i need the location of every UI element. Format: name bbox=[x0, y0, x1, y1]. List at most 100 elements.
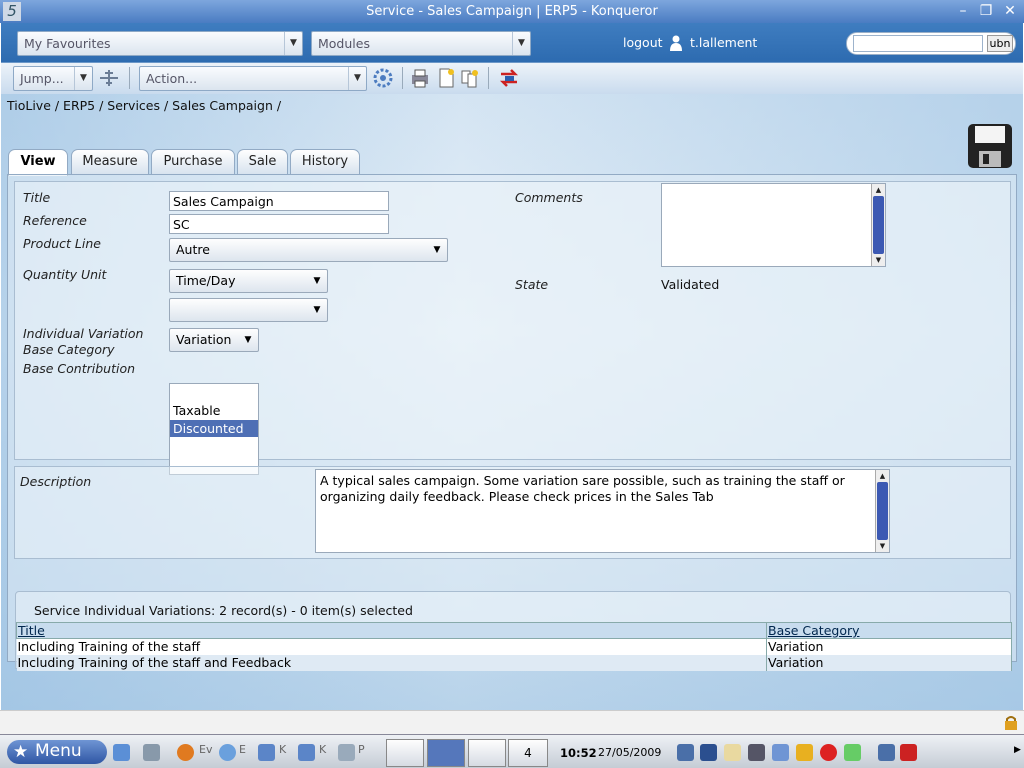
modules-label: Modules bbox=[318, 36, 370, 51]
clone-document-icon[interactable] bbox=[459, 67, 481, 89]
save-icon[interactable] bbox=[967, 123, 1013, 169]
description-scrollbar[interactable]: ▲ ▼ bbox=[875, 470, 889, 552]
description-textarea[interactable]: A typical sales campaign. Some variation… bbox=[315, 469, 890, 553]
volume-icon[interactable] bbox=[677, 744, 694, 761]
menu-button[interactable]: ★ Menu bbox=[7, 740, 107, 764]
clock[interactable]: 10:52 bbox=[560, 746, 597, 760]
top-bar: My Favourites ▼ Modules ▼ logout t.lalle… bbox=[1, 23, 1023, 63]
maximize-icon[interactable]: ❐ bbox=[976, 1, 996, 21]
column-header-title[interactable]: Title bbox=[16, 622, 767, 639]
gear-icon[interactable] bbox=[372, 67, 394, 89]
star-tray-icon[interactable] bbox=[796, 744, 813, 761]
star-icon: ★ bbox=[13, 742, 29, 762]
task-label[interactable]: E bbox=[239, 743, 246, 761]
quantity-unit-select-2[interactable]: ▼ bbox=[169, 298, 328, 322]
alert-icon[interactable] bbox=[820, 744, 837, 761]
tab-sale[interactable]: Sale bbox=[237, 149, 288, 175]
quantity-unit-select[interactable]: Time/Day ▼ bbox=[169, 269, 328, 293]
jump-label: Jump... bbox=[20, 71, 64, 86]
task-label[interactable]: K bbox=[279, 743, 286, 761]
scroll-down-icon[interactable]: ▼ bbox=[876, 540, 889, 552]
description-value: A typical sales campaign. Some variation… bbox=[320, 473, 845, 504]
desktop-pager[interactable]: 4 bbox=[508, 739, 548, 767]
cell-base-category: Variation bbox=[766, 638, 1012, 655]
username-link[interactable]: t.lallement bbox=[690, 35, 757, 50]
print-icon[interactable] bbox=[409, 67, 431, 89]
clipboard-icon[interactable] bbox=[724, 744, 741, 761]
terminal-icon[interactable] bbox=[143, 744, 160, 761]
task-label[interactable]: Ev bbox=[199, 743, 212, 761]
cell-title[interactable]: Including Training of the staff bbox=[16, 638, 767, 655]
action-label: Action... bbox=[146, 71, 198, 86]
favourites-select[interactable]: My Favourites ▼ bbox=[17, 31, 303, 56]
listbox-option-taxable[interactable]: Taxable bbox=[170, 402, 258, 419]
scroll-up-icon[interactable]: ▲ bbox=[876, 470, 889, 482]
launcher-icon[interactable] bbox=[113, 744, 130, 761]
new-document-icon[interactable] bbox=[435, 67, 457, 89]
tab-view[interactable]: View bbox=[8, 149, 68, 176]
product-line-label: Product Line bbox=[23, 236, 101, 251]
breadcrumb[interactable]: TioLive / ERP5 / Services / Sales Campai… bbox=[7, 98, 281, 113]
comments-textarea[interactable]: ▲ ▼ bbox=[661, 183, 886, 267]
scroll-up-icon[interactable]: ▲ bbox=[872, 184, 885, 196]
folder-icon[interactable] bbox=[258, 744, 275, 761]
search-button[interactable]: ubn bbox=[987, 35, 1013, 52]
jump-select[interactable]: Jump... ▼ bbox=[13, 66, 93, 91]
product-line-select[interactable]: Autre ▼ bbox=[169, 238, 448, 262]
jump-plane-icon[interactable] bbox=[98, 67, 120, 89]
tab-history[interactable]: History bbox=[290, 149, 360, 175]
browser-icon[interactable] bbox=[219, 744, 236, 761]
tab-measure[interactable]: Measure bbox=[71, 149, 149, 175]
chat-icon[interactable] bbox=[338, 744, 355, 761]
task-window[interactable] bbox=[468, 739, 506, 767]
table-row[interactable]: Including Training of the staff and Feed… bbox=[16, 654, 1012, 671]
cell-base-category: Variation bbox=[766, 654, 1012, 671]
user-tray-icon[interactable] bbox=[748, 744, 765, 761]
tab-purchase[interactable]: Purchase bbox=[151, 149, 235, 175]
cell-title[interactable]: Including Training of the staff and Feed… bbox=[16, 654, 767, 671]
search-input[interactable] bbox=[853, 35, 983, 52]
table-row[interactable]: Including Training of the staff Variatio… bbox=[16, 638, 1012, 655]
firefox-icon[interactable] bbox=[177, 744, 194, 761]
chevron-right-icon[interactable]: ▶ bbox=[1014, 745, 1021, 755]
state-value: Validated bbox=[661, 277, 720, 292]
listbox-option-discounted[interactable]: Discounted bbox=[170, 420, 258, 437]
toolbar: Jump... ▼ Action... ▼ bbox=[1, 63, 1023, 94]
network-icon[interactable] bbox=[700, 744, 717, 761]
app-icon: 5 bbox=[3, 2, 21, 21]
task-label[interactable]: P bbox=[358, 743, 365, 761]
signal-icon[interactable] bbox=[844, 744, 861, 761]
close-icon[interactable]: ✕ bbox=[1000, 1, 1020, 21]
favourites-label: My Favourites bbox=[24, 36, 111, 51]
ivbc-label-1: Individual Variation bbox=[23, 326, 144, 341]
chevron-down-icon: ▼ bbox=[284, 32, 302, 55]
task-firefox[interactable] bbox=[386, 739, 424, 767]
calendar-icon[interactable] bbox=[772, 744, 789, 761]
description-fieldset: Description A typical sales campaign. So… bbox=[14, 466, 1011, 559]
task-konqueror[interactable] bbox=[427, 739, 465, 767]
action-select[interactable]: Action... ▼ bbox=[139, 66, 367, 91]
scroll-down-icon[interactable]: ▼ bbox=[872, 254, 885, 266]
comments-label: Comments bbox=[515, 190, 583, 205]
reference-input[interactable] bbox=[169, 214, 389, 234]
ivbc-select[interactable]: Variation ▼ bbox=[169, 328, 259, 352]
window-icon[interactable] bbox=[298, 744, 315, 761]
screen-icon[interactable] bbox=[878, 744, 895, 761]
base-contribution-label: Base Contribution bbox=[23, 361, 136, 376]
chevron-down-icon: ▼ bbox=[74, 67, 92, 90]
column-header-base-category[interactable]: Base Category bbox=[766, 622, 1012, 639]
task-label[interactable]: K bbox=[319, 743, 326, 761]
exchange-icon[interactable] bbox=[498, 67, 520, 89]
logout-link[interactable]: logout bbox=[623, 35, 663, 50]
chevron-down-icon: ▼ bbox=[313, 276, 321, 286]
comments-scrollbar[interactable]: ▲ ▼ bbox=[871, 184, 885, 266]
chevron-down-icon: ▼ bbox=[313, 305, 321, 315]
modules-select[interactable]: Modules ▼ bbox=[311, 31, 531, 56]
scroll-thumb[interactable] bbox=[877, 482, 888, 540]
search-box: ubn bbox=[846, 32, 1016, 55]
power-icon[interactable] bbox=[900, 744, 917, 761]
base-contribution-listbox[interactable]: Taxable Discounted bbox=[169, 383, 259, 475]
scroll-thumb[interactable] bbox=[873, 196, 884, 254]
title-input[interactable] bbox=[169, 191, 389, 211]
minimize-icon[interactable]: – bbox=[953, 1, 973, 21]
